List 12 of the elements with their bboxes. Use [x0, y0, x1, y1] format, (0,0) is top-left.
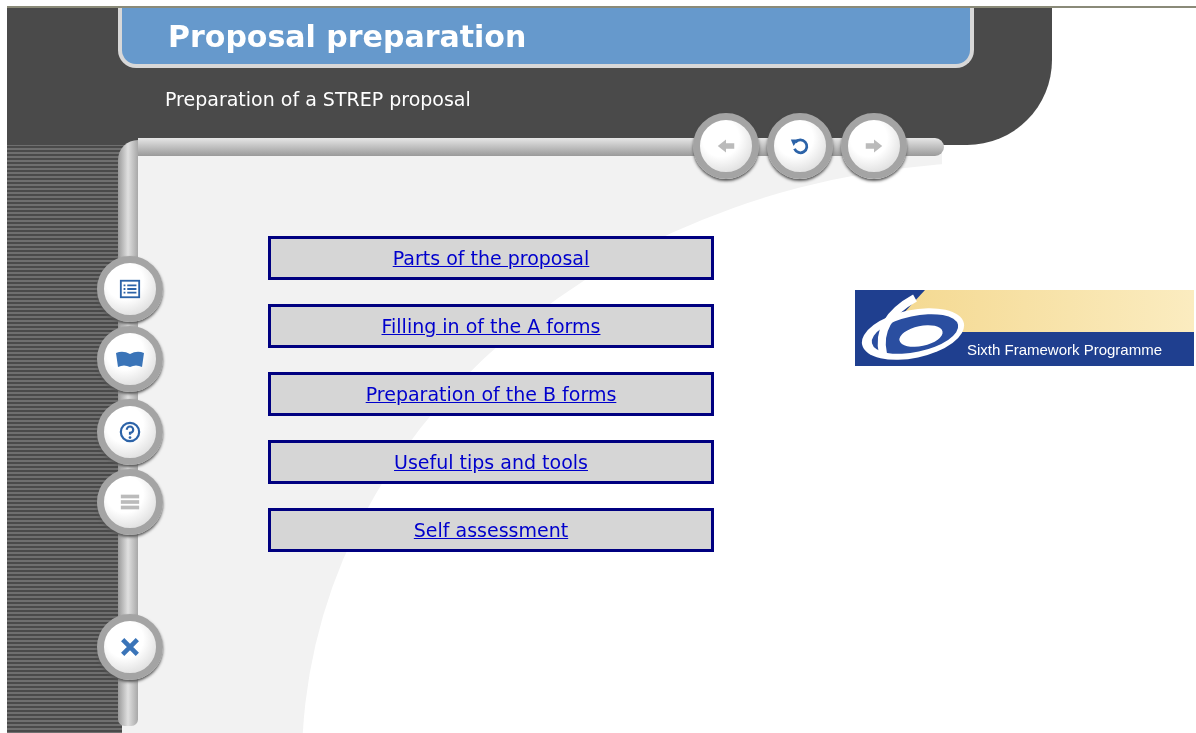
page-subtitle: Preparation of a STREP proposal: [165, 88, 471, 110]
menu-link[interactable]: Self assessment: [268, 508, 714, 552]
close-icon: [119, 636, 141, 658]
book-icon: [115, 349, 145, 369]
menu-link[interactable]: Useful tips and tools: [268, 440, 714, 484]
menu-link[interactable]: Preparation of the B forms: [268, 372, 714, 416]
list-icon: [119, 278, 141, 300]
logo-text: Sixth Framework Programme: [967, 340, 1163, 358]
menu-link[interactable]: Filling in of the A forms: [268, 304, 714, 348]
help-icon: [119, 421, 141, 443]
page-title: Proposal preparation: [168, 18, 527, 54]
menu-link[interactable]: Parts of the proposal: [268, 236, 714, 280]
